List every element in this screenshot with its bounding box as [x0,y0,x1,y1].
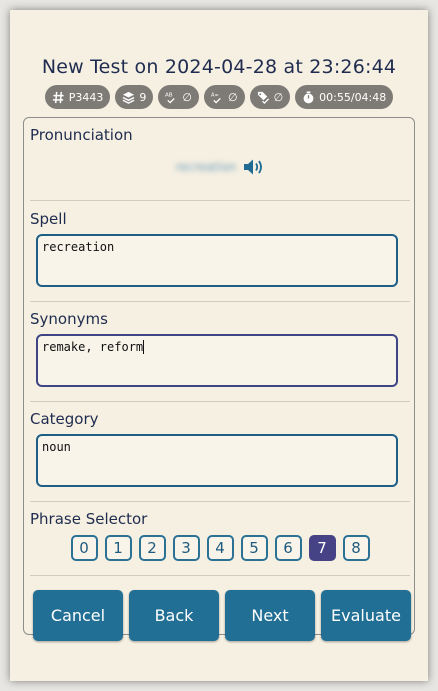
divider [30,501,410,502]
spell-field[interactable]: recreation [36,234,398,287]
status-badges: P3443 9 AB ∅ A≈ ∅ ∅ 00:55/04:48 [10,85,428,109]
phrase-option-8[interactable]: 8 [342,535,370,561]
tag-check-icon [257,91,269,104]
divider [30,401,410,402]
phrase-selector: 0 1 2 3 4 5 6 7 8 [24,535,416,561]
cancel-button[interactable]: Cancel [33,590,123,641]
pronunciation-word: recreation [175,160,237,174]
badge-timer: 00:55/04:48 [295,85,394,109]
category-value: noun [42,440,71,454]
badge-id: P3443 [44,85,111,109]
phrase-option-3[interactable]: 3 [172,535,200,561]
badge-count: 9 [115,85,154,109]
badge-synonyms-text: ∅ [227,90,238,104]
spell-value: recreation [42,240,115,254]
badge-spell-text: ∅ [182,90,192,104]
layers-icon [122,91,135,104]
synonyms-label: Synonyms [30,310,108,328]
spell-check-icon: AB [165,92,176,104]
divider [30,200,410,201]
badge-id-text: P3443 [68,90,104,104]
pronunciation-row: recreation [24,158,416,176]
text-caret [143,340,145,354]
divider [30,575,410,576]
badge-synonyms: A≈ ∅ [203,85,245,109]
next-button[interactable]: Next [225,590,315,641]
synonyms-field[interactable]: remake, reform [36,334,398,387]
app-window: New Test on 2024-04-28 at 23:26:44 P3443… [10,10,428,681]
category-field[interactable]: noun [36,434,398,487]
phrase-option-5[interactable]: 5 [240,535,268,561]
phrase-option-1[interactable]: 1 [104,535,132,561]
svg-text:AB: AB [165,92,173,98]
action-bar: Cancel Back Next Evaluate [33,590,413,641]
synonym-check-icon: A≈ [211,92,221,104]
badge-category: ∅ [249,85,291,109]
phrase-option-4[interactable]: 4 [206,535,234,561]
phrase-option-0[interactable]: 0 [70,535,98,561]
badge-timer-text: 00:55/04:48 [319,90,387,104]
page-title: New Test on 2024-04-28 at 23:26:44 [41,56,397,78]
badge-category-text: ∅ [273,90,284,104]
back-button[interactable]: Back [129,590,219,641]
timer-icon [303,90,314,103]
badge-spell: AB ∅ [158,85,199,109]
badge-count-text: 9 [139,90,147,104]
category-label: Category [30,410,99,428]
pronunciation-label: Pronunciation [30,126,133,144]
phrase-option-2[interactable]: 2 [138,535,166,561]
spell-label: Spell [30,210,67,228]
synonyms-value: remake, reform [42,340,144,354]
hash-icon [52,91,64,103]
evaluate-button[interactable]: Evaluate [321,590,411,641]
phrase-selector-label: Phrase Selector [30,510,148,528]
phrase-option-7[interactable]: 7 [308,535,336,561]
divider [30,301,410,302]
speaker-icon[interactable] [243,158,265,176]
test-panel: Pronunciation recreation Spell recreatio… [23,117,416,641]
svg-text:A≈: A≈ [211,92,219,98]
phrase-option-6[interactable]: 6 [274,535,302,561]
